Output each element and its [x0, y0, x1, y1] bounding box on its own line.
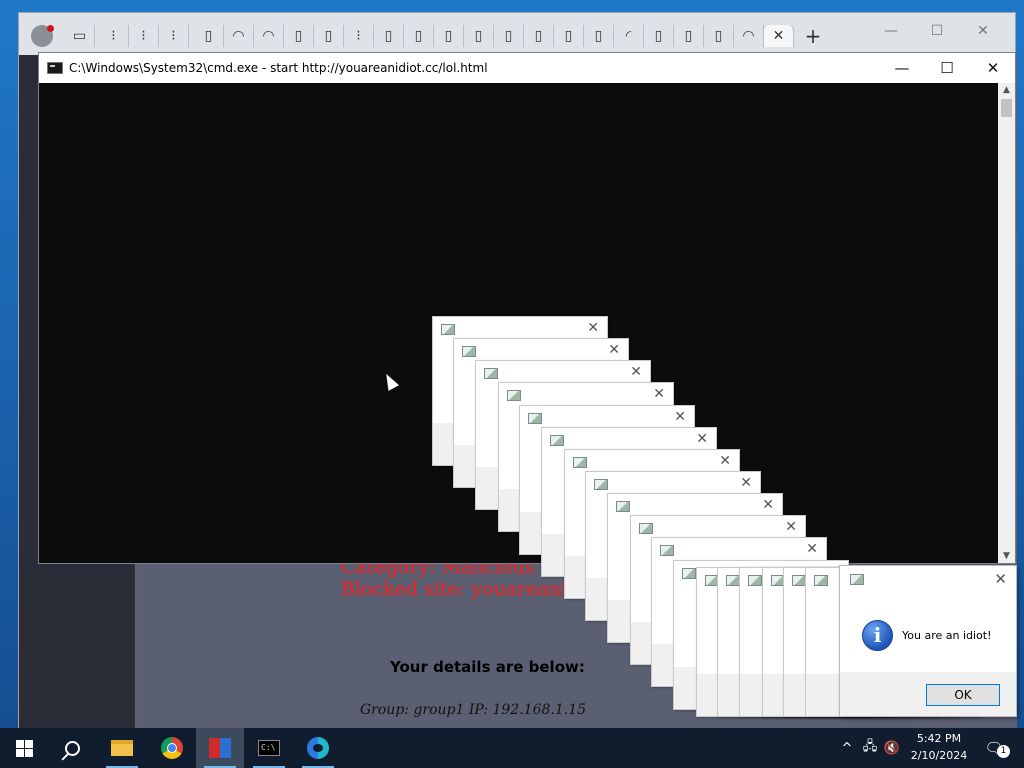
- popup-app-icon: [792, 575, 806, 586]
- popup-app-icon: [550, 435, 564, 446]
- browser-tab[interactable]: ▯: [464, 25, 494, 47]
- browser-tab[interactable]: ▯: [644, 25, 674, 47]
- folder-icon: [111, 740, 133, 756]
- browser-tab[interactable]: ⁝: [344, 25, 374, 47]
- edge-icon: [307, 737, 329, 759]
- popup-app-icon: [726, 575, 740, 586]
- browser-tab[interactable]: ⁝: [129, 25, 159, 47]
- popup-app-icon: [507, 390, 521, 401]
- browser-tab[interactable]: ▯: [704, 25, 734, 47]
- popup-close-icon[interactable]: ✕: [785, 519, 797, 535]
- browser-tab[interactable]: ▯: [374, 25, 404, 47]
- new-tab-button[interactable]: +: [801, 25, 825, 47]
- browser-tab[interactable]: ▯: [494, 25, 524, 47]
- browser-tab[interactable]: ◜: [614, 25, 644, 47]
- popup-app-icon: [441, 324, 455, 335]
- chrome-icon: [161, 737, 183, 759]
- dialog-app-icon: [850, 574, 864, 585]
- taskbar-edge[interactable]: [294, 728, 342, 768]
- browser-tab[interactable]: ▯: [524, 25, 554, 47]
- popup-app-icon: [814, 575, 828, 586]
- browser-tab[interactable]: ▯: [314, 25, 344, 47]
- search-button[interactable]: [48, 728, 96, 768]
- popup-app-icon: [748, 575, 762, 586]
- popup-app-icon: [660, 545, 674, 556]
- app-icon: [209, 738, 231, 758]
- popup-close-icon[interactable]: ✕: [630, 364, 642, 380]
- scroll-thumb[interactable]: [1001, 99, 1012, 117]
- scroll-down-icon[interactable]: ▼: [998, 549, 1015, 563]
- popup-app-icon: [528, 413, 542, 424]
- cmd-minimize-button[interactable]: —: [879, 53, 925, 83]
- browser-maximize-button[interactable]: ☐: [917, 23, 957, 45]
- cmd-title: C:\Windows\System32\cmd.exe - start http…: [69, 61, 488, 75]
- dialog-message: You are an idiot!: [902, 629, 992, 642]
- browser-tab[interactable]: ▯: [194, 25, 224, 47]
- popup-close-icon[interactable]: ✕: [696, 431, 708, 447]
- volume-muted-icon[interactable]: 🔇: [882, 728, 902, 768]
- popup-close-icon[interactable]: ✕: [740, 475, 752, 491]
- dialog-close-icon[interactable]: ✕: [994, 570, 1007, 588]
- browser-minimize-button[interactable]: —: [871, 23, 911, 45]
- taskbar-file-explorer[interactable]: [98, 728, 146, 768]
- popup-close-icon[interactable]: ✕: [719, 453, 731, 469]
- cmd-close-button[interactable]: ✕: [970, 53, 1016, 83]
- taskbar-chrome[interactable]: [148, 728, 196, 768]
- scroll-up-icon[interactable]: ▲: [998, 83, 1015, 97]
- profile-notification-dot: [47, 25, 54, 32]
- popup-app-icon: [484, 368, 498, 379]
- browser-tab[interactable]: ▯: [404, 25, 434, 47]
- popup-app-icon: [573, 457, 587, 468]
- browser-tabstrip: ▭ ⁝ ⁝ ⁝ ▯ ◠ ◠ ▯ ▯ ⁝ ▯ ▯ ▯ ▯ ▯ ▯ ▯ ▯ ◜ ▯ …: [19, 13, 1015, 55]
- popup-app-icon: [682, 568, 696, 579]
- cmd-titlebar[interactable]: C:\Windows\System32\cmd.exe - start http…: [39, 53, 1015, 83]
- cmd-icon: [47, 62, 63, 74]
- browser-tab[interactable]: ◠: [734, 25, 764, 47]
- browser-tab[interactable]: ▯: [674, 25, 704, 47]
- clock-date: 2/10/2024: [910, 749, 968, 762]
- popup-app-icon: [462, 346, 476, 357]
- browser-tab[interactable]: ▯: [284, 25, 314, 47]
- browser-tab[interactable]: ◠: [254, 25, 284, 47]
- popup-close-icon[interactable]: ✕: [653, 386, 665, 402]
- popup-close-icon[interactable]: ✕: [608, 342, 620, 358]
- popup-app-icon: [639, 523, 653, 534]
- active-tab-close-icon[interactable]: ✕: [764, 25, 794, 47]
- popup-app-icon: [616, 501, 630, 512]
- popup-close-icon[interactable]: ✕: [806, 541, 818, 557]
- terminal-icon: C:\: [258, 740, 280, 756]
- browser-tab[interactable]: ⁝: [99, 25, 129, 47]
- details-title: Your details are below:: [390, 658, 585, 676]
- search-icon: [64, 740, 80, 756]
- browser-tab[interactable]: ▯: [434, 25, 464, 47]
- information-icon: i: [862, 620, 893, 651]
- clock-time: 5:42 PM: [916, 732, 962, 745]
- cmd-maximize-button[interactable]: ☐: [924, 53, 970, 83]
- cmd-scrollbar[interactable]: ▲ ▼: [998, 83, 1015, 563]
- network-icon[interactable]: 🖧: [860, 728, 880, 768]
- notification-count-badge: 1: [997, 745, 1010, 758]
- windows-logo-icon: [15, 739, 33, 757]
- details-group-ip: Group: group1 IP: 192.168.1.15: [360, 702, 587, 718]
- browser-close-button[interactable]: ✕: [963, 23, 1003, 45]
- popup-app-icon: [594, 479, 608, 490]
- popup-close-icon[interactable]: ✕: [587, 320, 599, 336]
- idiot-dialog: ✕ i You are an idiot! OK: [839, 565, 1017, 717]
- taskbar-cmd[interactable]: C:\: [245, 728, 293, 768]
- tray-overflow-chevron-icon[interactable]: ^: [838, 728, 856, 768]
- browser-tab[interactable]: ⁝: [159, 25, 189, 47]
- taskbar-app[interactable]: [196, 728, 244, 768]
- popup-close-icon[interactable]: ✕: [674, 409, 686, 425]
- start-button[interactable]: [0, 728, 48, 768]
- tab-actions-icon[interactable]: ▭: [65, 25, 95, 47]
- browser-tab[interactable]: ◠: [224, 25, 254, 47]
- blocked-site-text: Blocked site: youareanidi: [341, 578, 586, 600]
- ok-button[interactable]: OK: [926, 684, 1000, 706]
- taskbar: C:\ ^ 🖧 🔇 5:42 PM 2/10/2024 🗨 1: [0, 728, 1024, 768]
- popup-close-icon[interactable]: ✕: [762, 497, 774, 513]
- browser-tab[interactable]: ▯: [554, 25, 584, 47]
- system-clock[interactable]: 5:42 PM 2/10/2024: [906, 730, 972, 766]
- browser-tab[interactable]: ▯: [584, 25, 614, 47]
